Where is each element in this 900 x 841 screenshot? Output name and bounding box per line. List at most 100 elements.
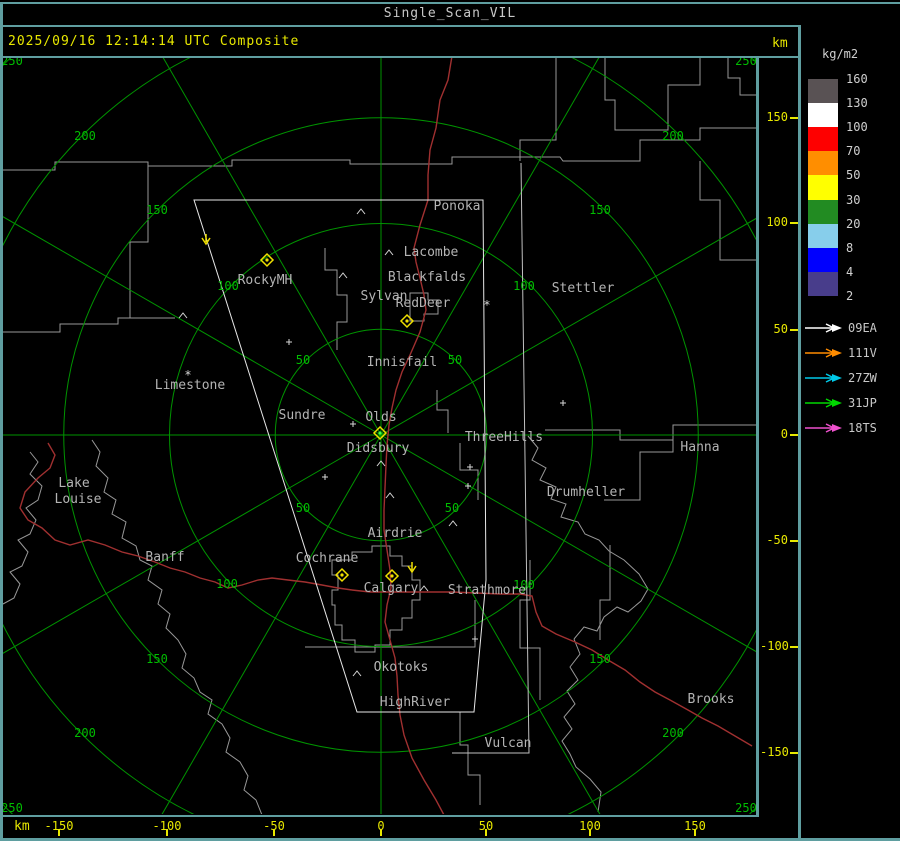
- ring-distance-label: 50: [448, 353, 462, 367]
- city-label: Sundre: [279, 408, 326, 423]
- city-label: HighRiver: [380, 695, 451, 710]
- ring-distance-label: 150: [146, 652, 168, 666]
- legend-swatch: [808, 103, 838, 128]
- right-axis-unit-label: km: [772, 36, 788, 51]
- legend-swatch: [808, 151, 838, 176]
- station-arrow-icon: [805, 373, 842, 383]
- station-id-label: 27ZW: [848, 371, 877, 385]
- legend-value-label: 30: [846, 192, 861, 207]
- city-label: Vulcan: [485, 736, 532, 751]
- boundary-line: [129, 162, 149, 318]
- bottom-axis-tick: [273, 829, 275, 836]
- boundary-line: [3, 451, 43, 605]
- city-label: Banff: [145, 550, 184, 565]
- summit-caret-icon: [356, 208, 366, 215]
- radar-map-canvas[interactable]: 50 5050 50100 100100 100150 150150 150200 20020…: [0, 0, 900, 841]
- city-label: Didsbury: [347, 441, 410, 456]
- summit-caret-icon: [448, 520, 458, 527]
- town-plus-icon: [467, 464, 473, 470]
- ring-distance-label: 200: [74, 726, 96, 740]
- radar-site-dot: [390, 574, 394, 578]
- town-plus-icon: [350, 421, 356, 427]
- frame-line-map-top: [0, 56, 799, 58]
- radial-line: [162, 57, 382, 436]
- legend-value-label: 4: [846, 264, 854, 279]
- city-label: Okotoks: [374, 660, 429, 675]
- bottom-axis-tick: [589, 829, 591, 836]
- radar-site-dot: [265, 258, 269, 262]
- radial-line: [3, 434, 382, 654]
- right-axis-tick-label: 50: [773, 322, 788, 336]
- town-plus-icon: [286, 339, 292, 345]
- boundary-line: [91, 439, 263, 814]
- right-axis-tick-label: -100: [760, 639, 789, 653]
- summit-caret-icon: [384, 249, 394, 256]
- ring-distance-label: 150: [589, 652, 611, 666]
- boundary-line: [545, 424, 756, 441]
- frame-line-map-right: [756, 56, 759, 817]
- station-arrow-icon: [805, 348, 842, 358]
- right-axis-tick-label: 150: [766, 110, 788, 124]
- right-axis-tick: [790, 434, 798, 436]
- city-label: Olds: [365, 410, 396, 425]
- city-label: Louise: [55, 492, 102, 507]
- right-axis-tick: [790, 646, 798, 648]
- ring-distance-label: 50: [296, 501, 310, 515]
- scan-timestamp: 2025/09/16 12:14:14 UTC Composite: [8, 34, 300, 49]
- boundary-line: [599, 545, 611, 640]
- legend-value-label: 130: [846, 96, 868, 111]
- bottom-axis-tick: [58, 829, 60, 836]
- legend-unit-label: kg/m2: [822, 47, 859, 61]
- legend-swatch: [808, 79, 838, 104]
- window-title: Single_Scan_VIL: [383, 6, 517, 21]
- frame-line-titlebar-bottom: [0, 25, 800, 27]
- legend-swatch: [808, 223, 838, 249]
- town-plus-icon: [560, 400, 566, 406]
- city-label: Stettler: [552, 281, 615, 296]
- city-label: Cochrane: [296, 551, 359, 566]
- frame-line-map-bottom: [0, 815, 759, 817]
- summit-caret-icon: [338, 272, 348, 279]
- right-axis-tick-label: 0: [780, 427, 788, 441]
- summit-caret-icon: [352, 670, 362, 677]
- ring-distance-label: 250: [1, 801, 23, 815]
- legend-swatch: [808, 127, 838, 152]
- right-axis-tick: [790, 752, 798, 754]
- city-label: Blackfalds: [388, 270, 466, 285]
- town-plus-icon: [472, 636, 478, 642]
- summit-caret-icon: [385, 492, 395, 499]
- city-label: Limestone: [155, 378, 226, 393]
- city-label: Calgary: [364, 581, 419, 596]
- legend-value-label: 8: [846, 240, 854, 255]
- ring-distance-label: 150: [589, 203, 611, 217]
- ring-distance-label: 200: [662, 726, 684, 740]
- city-label: Ponoka: [434, 199, 481, 214]
- city-label: Airdrie: [368, 526, 423, 541]
- asterisk-icon: *: [483, 298, 490, 312]
- city-label: Drumheller: [547, 485, 625, 500]
- ring-distance-label: 50: [296, 353, 310, 367]
- bottom-axis-tick: [166, 829, 168, 836]
- radar-app-window: 50 50 50 50 100 100 100 100 150 150 150 150 200 200 20…: [0, 0, 900, 841]
- legend-swatch: [808, 175, 838, 200]
- radar-site-dot: [405, 319, 409, 323]
- legend-value-label: 70: [846, 144, 861, 159]
- boundary-line: [3, 127, 756, 171]
- legend-swatch: [808, 271, 838, 297]
- station-id-label: 18TS: [848, 421, 877, 435]
- frame-line-top: [0, 2, 900, 4]
- right-axis-tick: [790, 117, 798, 119]
- frame-line-panel-divider: [798, 25, 801, 841]
- right-axis-tick: [790, 540, 798, 542]
- summit-caret-icon: [419, 585, 429, 592]
- legend-value-label: 100: [846, 120, 868, 135]
- boundary-line: [699, 161, 756, 261]
- right-axis-tick: [790, 329, 798, 331]
- boundary-line: [324, 248, 348, 350]
- legend-value-label: 160: [846, 72, 868, 86]
- city-label: Hanna: [680, 440, 719, 455]
- ring-distance-label: 100: [513, 279, 535, 293]
- legend-value-label: 20: [846, 216, 861, 231]
- station-id-label: 09EA: [848, 321, 877, 335]
- right-axis-tick: [790, 222, 798, 224]
